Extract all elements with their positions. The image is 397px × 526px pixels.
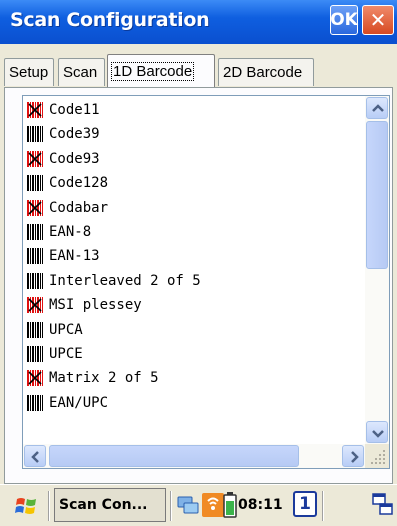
- desktop-windows-icon[interactable]: [372, 493, 394, 517]
- taskbar-separator: [322, 491, 324, 521]
- list-item-label: EAN/UPC: [49, 394, 109, 411]
- resize-grip: [365, 444, 389, 468]
- barcode-listbox[interactable]: Code11 Code39 Code93 Code128 Codabar EAN-8 EAN…: [22, 95, 390, 469]
- list-item-label: Matrix 2 of 5: [49, 370, 159, 387]
- list-item[interactable]: UPCE: [27, 342, 83, 366]
- chevron-up-icon: [372, 104, 384, 112]
- horizontal-scrollbar[interactable]: [23, 444, 365, 468]
- barcode-enabled-icon[interactable]: [27, 272, 43, 289]
- chevron-right-icon: [351, 451, 359, 463]
- close-button[interactable]: ✕: [362, 5, 394, 35]
- input-indicator[interactable]: 1: [293, 491, 317, 517]
- list-item-label: EAN-8: [49, 224, 92, 240]
- list-item[interactable]: UPCA: [27, 318, 83, 342]
- list-item-label: UPCE: [49, 346, 83, 362]
- barcode-enabled-icon[interactable]: [27, 346, 43, 362]
- list-item[interactable]: EAN-13: [27, 244, 100, 268]
- list-item[interactable]: Matrix 2 of 5: [27, 366, 159, 390]
- list-item[interactable]: Code93: [27, 147, 100, 171]
- taskbar-app-button[interactable]: Scan Con...: [54, 488, 166, 522]
- list-item-label: Code39: [49, 126, 100, 143]
- wireless-icon[interactable]: [202, 493, 224, 517]
- list-item-label: Code128: [49, 175, 109, 192]
- barcode-disabled-icon[interactable]: [27, 370, 43, 387]
- chevron-left-icon: [31, 451, 39, 463]
- ok-button[interactable]: OK: [330, 5, 358, 35]
- grip-icon: [371, 450, 385, 464]
- barcode-enabled-icon[interactable]: [27, 175, 43, 192]
- barcode-enabled-icon[interactable]: [27, 224, 43, 240]
- list-item-label: EAN-13: [49, 248, 100, 265]
- list-item-label: Interleaved 2 of 5: [49, 272, 201, 289]
- barcode-disabled-icon[interactable]: [27, 297, 43, 314]
- list-item[interactable]: Codabar: [27, 196, 108, 220]
- barcode-disabled-icon[interactable]: [27, 102, 43, 118]
- list-item[interactable]: Code128: [27, 171, 108, 195]
- start-windows-icon[interactable]: [14, 493, 40, 519]
- battery-icon[interactable]: [223, 491, 237, 519]
- window-title: Scan Configuration: [10, 9, 210, 31]
- tab-strip: Setup Scan 1D Barcode 2D Barcode: [0, 44, 397, 90]
- network-icon[interactable]: [176, 493, 200, 517]
- list-item[interactable]: EAN-8: [27, 220, 91, 244]
- title-bar: Scan Configuration OK ✕: [0, 0, 397, 44]
- scroll-up-button[interactable]: [366, 97, 388, 119]
- barcode-enabled-icon[interactable]: [27, 321, 43, 338]
- list-item-label: UPCA: [49, 321, 83, 338]
- list-item[interactable]: Code11: [27, 98, 100, 122]
- barcode-enabled-icon[interactable]: [27, 248, 43, 265]
- chevron-down-icon: [372, 430, 384, 438]
- tab-setup[interactable]: Setup: [4, 58, 54, 86]
- list-item-label: MSI plessey: [49, 297, 142, 314]
- scroll-down-button[interactable]: [366, 421, 388, 443]
- barcode-enabled-icon[interactable]: [27, 394, 43, 411]
- barcode-enabled-icon[interactable]: [27, 126, 43, 143]
- list-item-label: Code93: [49, 150, 100, 167]
- horizontal-scroll-thumb[interactable]: [49, 445, 299, 467]
- taskbar-separator: [48, 491, 50, 521]
- list-item-label: Code11: [49, 102, 100, 118]
- taskbar-separator: [170, 491, 172, 521]
- tab-scan[interactable]: Scan: [58, 58, 105, 86]
- barcode-disabled-icon[interactable]: [27, 199, 43, 216]
- scroll-right-button[interactable]: [342, 445, 364, 467]
- tab-2d-barcode[interactable]: 2D Barcode: [218, 58, 314, 86]
- list-item-label: Codabar: [49, 199, 109, 216]
- taskbar: Scan Con... 08:11 1: [0, 484, 397, 526]
- clock[interactable]: 08:11: [238, 497, 283, 513]
- tab-1d-barcode[interactable]: 1D Barcode: [107, 54, 215, 87]
- barcode-disabled-icon[interactable]: [27, 150, 43, 167]
- list-item[interactable]: Interleaved 2 of 5: [27, 269, 201, 293]
- scroll-left-button[interactable]: [24, 445, 46, 467]
- vertical-scrollbar[interactable]: [365, 96, 389, 444]
- list-item[interactable]: EAN/UPC: [27, 391, 108, 415]
- list-item[interactable]: Code39: [27, 122, 100, 146]
- vertical-scroll-thumb[interactable]: [366, 121, 388, 269]
- list-item[interactable]: MSI plessey: [27, 293, 142, 317]
